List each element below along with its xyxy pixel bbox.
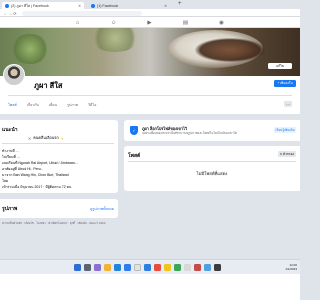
notice-description: เฉพาะเพื่อนของเขาเท่านั้นที่สามารถดูรูปภ… [142, 131, 237, 135]
tab-photos[interactable]: รูปภาพ [67, 102, 78, 108]
facebook-top-nav: ⌂ ☺ ▶ ▤ ◉ [0, 17, 300, 28]
chrome-icon[interactable] [154, 264, 161, 271]
browser-toolbar: ← → ⟳ [0, 9, 300, 17]
photos-title: รูปภาพ [2, 206, 18, 212]
posts-card: โพสต์ ≡ ตัวกรอง ไม่มีโพสต์ที่แสดง [124, 146, 300, 191]
heart-icon: ✕ [28, 136, 32, 141]
desktop-below [0, 274, 300, 300]
photos-card: รูปภาพ ดูรูปภาพทั้งหมด [0, 199, 118, 218]
divider [128, 161, 296, 162]
tab-videos[interactable]: วิดีโอ [88, 102, 96, 108]
learn-more-button[interactable]: เรียนรู้เพิ่มเติม [274, 127, 296, 133]
intro-title: แนะนำ [2, 127, 18, 133]
add-to-story-button[interactable]: + เพิ่มลงใน [274, 80, 296, 87]
facebook-app-icon[interactable] [144, 264, 151, 271]
line-app-icon[interactable] [174, 264, 181, 271]
new-tab-button[interactable]: + [178, 1, 182, 7]
profile-header: ภูผา สีใส + เพิ่มลงใน โพสต์ เกี่ยวกับ เพ… [0, 64, 300, 114]
taskbar: 12:00 1/1/2023 [0, 259, 300, 274]
app-icon[interactable] [184, 264, 191, 271]
start-icon[interactable] [74, 264, 81, 271]
divider [8, 95, 292, 96]
app-icon[interactable] [204, 264, 211, 271]
close-icon[interactable]: ✕ [164, 4, 167, 8]
filter-button[interactable]: ≡ ตัวกรอง [278, 151, 296, 157]
more-options-button[interactable]: ··· [284, 101, 292, 107]
marketplace-icon[interactable]: ▤ [182, 19, 189, 26]
tab-friends[interactable]: เพื่อน [49, 102, 57, 108]
app-icon[interactable] [214, 264, 221, 271]
browser-tab-profile[interactable]: (2) ภูผา สีใส | Facebook ✕ [2, 2, 84, 9]
app-icon[interactable] [194, 264, 201, 271]
tab-about[interactable]: เกี่ยวกับ [27, 102, 39, 108]
browser-tab-facebook[interactable]: (1) Facebook ✕ [88, 2, 170, 9]
footer-links[interactable]: ความเป็นส่วนตัว · เงื่อนไข · โฆษณา · ตัว… [2, 221, 118, 226]
sparkle-icon: ✦ [60, 136, 64, 141]
intro-card: แนะนำ ✕ คนคลื่นเลือนรถ ✦ ทำงานที่ ... ไป… [0, 120, 118, 193]
app-icon[interactable] [134, 264, 141, 271]
close-icon[interactable]: ✕ [78, 4, 81, 8]
shield-lock-icon: ✓ [130, 126, 138, 135]
clock[interactable]: 12:00 1/1/2023 [285, 263, 297, 271]
watch-icon[interactable]: ▶ [146, 19, 153, 26]
facebook-favicon-icon [5, 3, 9, 8]
see-all-photos-link[interactable]: ดูรูปภาพทั้งหมด [90, 206, 114, 212]
file-explorer-icon[interactable] [104, 264, 111, 271]
address-bar[interactable] [22, 10, 142, 16]
intro-joined: เข้าร่วมเมื่อ มิถุนายน 2017 · มีผู้ติดตา… [2, 185, 72, 189]
tab-posts[interactable]: โพสต์ [8, 102, 17, 108]
bio: ✕ คนคลื่นเลือนรถ ✦ [28, 136, 64, 141]
facebook-favicon-icon [91, 3, 95, 8]
posts-title: โพสต์ [128, 153, 141, 159]
groups-icon[interactable]: ◉ [218, 19, 225, 26]
no-posts-message: ไม่มีโพสต์ที่แสดง [196, 171, 228, 176]
filter-icon: ≡ [280, 152, 282, 156]
edge-icon[interactable] [114, 264, 121, 271]
profile-name: ภูผา สีใส [34, 81, 63, 90]
edit-cover-button[interactable]: แก้ไข [268, 63, 292, 69]
profile-tabs: โพสต์ เกี่ยวกับ เพื่อน รูปภาพ วิดีโอ [8, 102, 96, 108]
friends-icon[interactable]: ☺ [110, 19, 117, 26]
intro-from: มาจาก Ban Wang Hin, Chon Buri, Thailand [2, 173, 69, 177]
tab-title: (1) Facebook [97, 3, 119, 8]
tab-title: (2) ภูผา สีใส | Facebook [11, 3, 49, 8]
store-icon[interactable] [124, 264, 131, 271]
teams-icon[interactable] [94, 264, 101, 271]
divider [2, 143, 114, 144]
folder-icon[interactable] [164, 264, 171, 271]
back-forward-icon[interactable]: ← → ⟳ [3, 11, 17, 16]
locked-profile-notice: ✓ ภูผา ล็อกโปรไฟล์ของเขาไว้ เฉพาะเพื่อนข… [124, 120, 300, 141]
browser-tab-strip: (2) ภูผา สีใส | Facebook ✕ (1) Facebook … [0, 0, 300, 9]
search-icon[interactable] [84, 264, 91, 271]
avatar[interactable] [3, 64, 25, 86]
cover-photo: แก้ไข [0, 28, 300, 76]
home-icon[interactable]: ⌂ [74, 19, 81, 26]
